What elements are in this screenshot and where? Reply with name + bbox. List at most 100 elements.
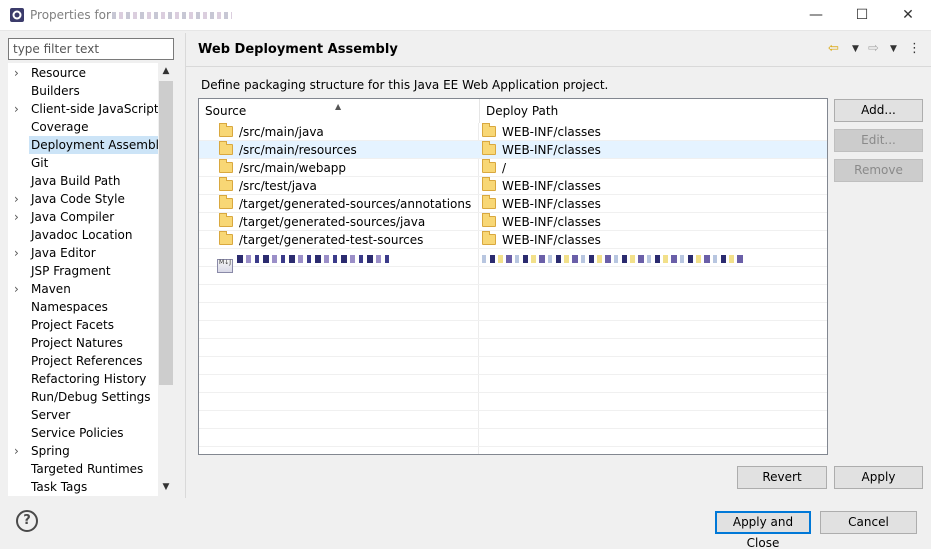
panel-divider[interactable] [185, 33, 186, 498]
folder-icon [219, 177, 233, 191]
expand-chevron-icon[interactable]: › [14, 100, 24, 118]
folder-icon [219, 231, 233, 245]
view-menu-icon[interactable]: ⋮ [908, 40, 921, 58]
cancel-button[interactable]: Cancel [820, 511, 917, 534]
tree-item[interactable]: Javadoc Location [8, 226, 158, 244]
tree-item[interactable]: JSP Fragment [8, 262, 158, 280]
tree-item[interactable]: › Resource [8, 64, 158, 82]
deploy-cell [482, 249, 746, 267]
folder-icon [219, 195, 233, 209]
deploy-path: / [502, 161, 507, 175]
table-row[interactable]: /target/generated-sources/annotations WEB… [199, 195, 827, 213]
tree-item[interactable]: › Java Editor [8, 244, 158, 262]
tree-scrollbar[interactable]: ▲ ▼ [158, 63, 174, 496]
tree-item[interactable]: Task Tags [8, 478, 158, 496]
maximize-button[interactable]: ☐ [839, 0, 885, 31]
empty-row [199, 339, 827, 357]
source-cell: /src/main/java [219, 123, 324, 141]
table-row[interactable]: M↓J [199, 249, 827, 273]
close-button[interactable]: ✕ [885, 0, 931, 31]
table-row[interactable]: /src/main/webapp / [199, 159, 827, 177]
table-row[interactable]: /target/generated-test-sources WEB-INF/cl… [199, 231, 827, 249]
tree-item-label: Java Code Style [31, 192, 125, 206]
tree-item[interactable]: Git [8, 154, 158, 172]
tree-item[interactable]: Refactoring History [8, 370, 158, 388]
tree-item[interactable]: Namespaces [8, 298, 158, 316]
source-cell: /target/generated-sources/annotations [219, 195, 471, 213]
deploy-path: WEB-INF/classes [502, 125, 601, 139]
source-path: /target/generated-sources/java [239, 215, 426, 229]
tree-item-label: Server [31, 408, 71, 422]
tree-item-label: JSP Fragment [31, 264, 111, 278]
column-header-deploy-path[interactable]: Deploy Path [479, 99, 827, 123]
sort-ascending-icon: ▲ [335, 102, 342, 111]
forward-arrow-icon[interactable]: ⇨ [868, 40, 879, 58]
scroll-up-icon[interactable]: ▲ [158, 63, 174, 80]
revert-button[interactable]: Revert [737, 466, 827, 489]
expand-chevron-icon[interactable]: › [14, 190, 24, 208]
table-row[interactable]: /src/main/java WEB-INF/classes [199, 123, 827, 141]
tree-item[interactable]: Builders [8, 82, 158, 100]
tree-item[interactable]: › Client-side JavaScript [8, 100, 159, 118]
expand-chevron-icon[interactable]: › [14, 64, 24, 82]
column-header-source[interactable]: ▲ Source [199, 99, 479, 123]
tree-item[interactable]: Project Facets [8, 316, 158, 334]
expand-chevron-icon[interactable]: › [14, 280, 24, 298]
expand-chevron-icon[interactable]: › [14, 208, 24, 226]
back-arrow-icon[interactable]: ⇦ [828, 40, 839, 58]
tree-item[interactable]: Server [8, 406, 158, 424]
tree-item-label: Builders [31, 84, 80, 98]
table-row[interactable]: /src/main/resources WEB-INF/classes [199, 141, 827, 159]
tree-item-label: Deployment Assembly [29, 136, 169, 154]
deploy-path: WEB-INF/classes [502, 143, 601, 157]
table-row[interactable]: /target/generated-sources/java WEB-INF/cl… [199, 213, 827, 231]
help-icon[interactable]: ? [16, 510, 38, 532]
redacted-source [237, 254, 393, 263]
tree-item[interactable]: Targeted Runtimes [8, 460, 158, 478]
expand-chevron-icon[interactable]: › [14, 442, 24, 460]
add-button[interactable]: Add... [834, 99, 923, 122]
tree-item[interactable]: Run/Debug Settings [8, 388, 158, 406]
source-cell: /target/generated-test-sources [219, 231, 423, 249]
tree-item-label: Java Editor [31, 246, 96, 260]
deploy-path: WEB-INF/classes [502, 233, 601, 247]
apply-and-close-button[interactable]: Apply and Close [715, 511, 811, 549]
tree-item-label: Project Facets [31, 318, 114, 332]
filter-input[interactable] [8, 38, 174, 60]
tree-item[interactable]: › Maven [8, 280, 158, 298]
column-header-deploy-label: Deploy Path [486, 104, 559, 118]
folder-icon [482, 213, 496, 227]
scroll-down-icon[interactable]: ▼ [158, 479, 174, 496]
tree-item-label: Project Natures [31, 336, 123, 350]
tree-item[interactable]: Coverage [8, 118, 158, 136]
deploy-cell: WEB-INF/classes [482, 231, 601, 249]
empty-row [199, 411, 827, 429]
page-navigation: ⇦ ▼ ⇨ ▼ ⋮ [828, 40, 923, 58]
forward-menu-chevron-icon[interactable]: ▼ [890, 40, 897, 58]
deploy-cell: WEB-INF/classes [482, 141, 601, 159]
remove-button[interactable]: Remove [834, 159, 923, 182]
tree-item[interactable]: Service Policies [8, 424, 158, 442]
expand-chevron-icon[interactable]: › [14, 244, 24, 262]
scroll-thumb[interactable] [159, 81, 173, 385]
tree-item[interactable]: Project References [8, 352, 158, 370]
back-menu-chevron-icon[interactable]: ▼ [852, 40, 859, 58]
apply-button[interactable]: Apply [834, 466, 923, 489]
source-path: /src/main/java [239, 125, 324, 139]
table-row[interactable]: /src/test/java WEB-INF/classes [199, 177, 827, 195]
minimize-button[interactable]: — [793, 0, 839, 31]
empty-row [199, 303, 827, 321]
tree-item[interactable]: Java Build Path [8, 172, 158, 190]
source-path: /target/generated-sources/annotations [239, 197, 472, 211]
tree-item-label: Service Policies [31, 426, 124, 440]
folder-icon [219, 213, 233, 227]
tree-item[interactable]: › Java Code Style [8, 190, 158, 208]
tree-item[interactable]: › Java Compiler [8, 208, 158, 226]
source-path: /src/test/java [239, 179, 317, 193]
tree-item[interactable]: › Spring [8, 442, 158, 460]
tree-item[interactable]: Project Natures [8, 334, 158, 352]
deploy-cell: WEB-INF/classes [482, 177, 601, 195]
empty-row [199, 429, 827, 447]
edit-button[interactable]: Edit... [834, 129, 923, 152]
tree-item[interactable]: Deployment Assembly [8, 136, 169, 154]
